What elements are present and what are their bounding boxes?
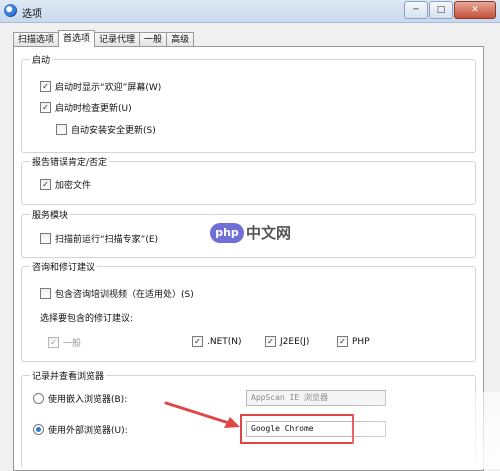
opt-php-label: PHP — [352, 336, 370, 347]
embedded-browser-label: 使用嵌入浏览器(B): — [48, 395, 128, 405]
encrypt-row[interactable]: ✓ 加密文件 — [40, 178, 91, 191]
check-updates-checkbox[interactable]: ✓ — [40, 102, 51, 113]
watermark-text: 中文网 — [246, 224, 292, 242]
red-arrow-icon — [164, 401, 240, 428]
choose-advisory-label: 选择要包含的修订建议: — [40, 314, 134, 324]
run-expert-label: 扫描前运行“扫描专家”(E) — [55, 235, 159, 245]
include-videos-checkbox[interactable] — [40, 288, 51, 299]
opt-general-checkbox[interactable]: ✓ — [48, 337, 59, 348]
auto-install-row[interactable]: 自动安装安全更新(S) — [56, 123, 156, 136]
app-icon — [4, 4, 17, 17]
opt-general-row[interactable]: ✓ 一般 — [48, 336, 81, 349]
show-welcome-label: 启动时显示“欢迎”屏幕(W) — [55, 83, 162, 93]
run-expert-checkbox[interactable] — [40, 233, 51, 244]
close-button[interactable]: ✕ — [454, 1, 496, 19]
browser-group-title: 记录并查看浏览器 — [30, 369, 107, 382]
auto-install-checkbox[interactable] — [56, 124, 67, 135]
opt-php-row[interactable]: ✓ PHP — [337, 336, 370, 347]
show-welcome-checkbox[interactable]: ✓ — [40, 81, 51, 92]
encrypt-label: 加密文件 — [55, 181, 92, 191]
embedded-browser-radio[interactable] — [33, 393, 44, 404]
encrypt-checkbox[interactable]: ✓ — [40, 179, 51, 190]
check-updates-label: 启动时检查更新(U) — [55, 104, 132, 114]
opt-j2ee-row[interactable]: ✓ J2EE(J) — [265, 336, 309, 347]
window-title: 选项 — [22, 9, 42, 20]
advisory-group-title: 咨询和修订建议 — [30, 260, 98, 273]
tab-recording-proxy[interactable]: 记录代理 — [94, 32, 141, 47]
check-updates-row[interactable]: ✓ 启动时检查更新(U) — [40, 101, 132, 114]
embedded-browser-row[interactable]: 使用嵌入浏览器(B): — [33, 392, 127, 405]
startup-group-title: 启动 — [30, 53, 53, 66]
show-welcome-row[interactable]: ✓ 启动时显示“欢迎”屏幕(W) — [40, 80, 161, 93]
tab-scan-options[interactable]: 扫描选项 — [13, 32, 60, 47]
minimize-button[interactable]: ─ — [404, 1, 428, 19]
include-videos-row[interactable]: 包含咨询培训视频（在适用处）(S) — [40, 287, 194, 300]
opt-j2ee-checkbox[interactable]: ✓ — [265, 336, 276, 347]
opt-net-checkbox[interactable]: ✓ — [192, 336, 203, 347]
auto-install-label: 自动安装安全更新(S) — [71, 126, 156, 136]
external-browser-row[interactable]: 使用外部浏览器(U): — [33, 423, 128, 436]
tab-preferences[interactable]: 首选项 — [58, 30, 96, 47]
tab-general[interactable]: 一般 — [139, 32, 168, 47]
corner-watermark — [352, 392, 500, 469]
highlight-box — [240, 414, 354, 444]
service-group-title: 服务模块 — [30, 208, 71, 221]
opt-net-row[interactable]: ✓ .NET(N) — [192, 336, 242, 347]
external-browser-radio[interactable] — [33, 424, 44, 435]
watermark-logo: php — [210, 222, 244, 243]
tab-advanced[interactable]: 高级 — [166, 32, 195, 47]
opt-net-label: .NET(N) — [207, 336, 242, 347]
include-videos-label: 包含咨询培训视频（在适用处）(S) — [55, 290, 194, 300]
watermark: php 中文网 — [210, 222, 291, 243]
title-bar: 选项 ─ □ ✕ — [0, 0, 500, 23]
report-group-title: 报告错误肯定/否定 — [30, 155, 110, 168]
external-browser-label: 使用外部浏览器(U): — [48, 426, 128, 436]
choose-advisory-row: 选择要包含的修订建议: — [40, 311, 133, 324]
opt-j2ee-label: J2EE(J) — [280, 336, 310, 347]
window-controls: ─ □ ✕ — [404, 1, 496, 19]
opt-php-checkbox[interactable]: ✓ — [337, 336, 348, 347]
tab-strip: 扫描选项 首选项 记录代理 一般 高级 — [13, 30, 195, 47]
run-expert-row[interactable]: 扫描前运行“扫描专家”(E) — [40, 232, 158, 245]
maximize-button[interactable]: □ — [429, 1, 453, 19]
opt-general-label: 一般 — [63, 339, 82, 349]
